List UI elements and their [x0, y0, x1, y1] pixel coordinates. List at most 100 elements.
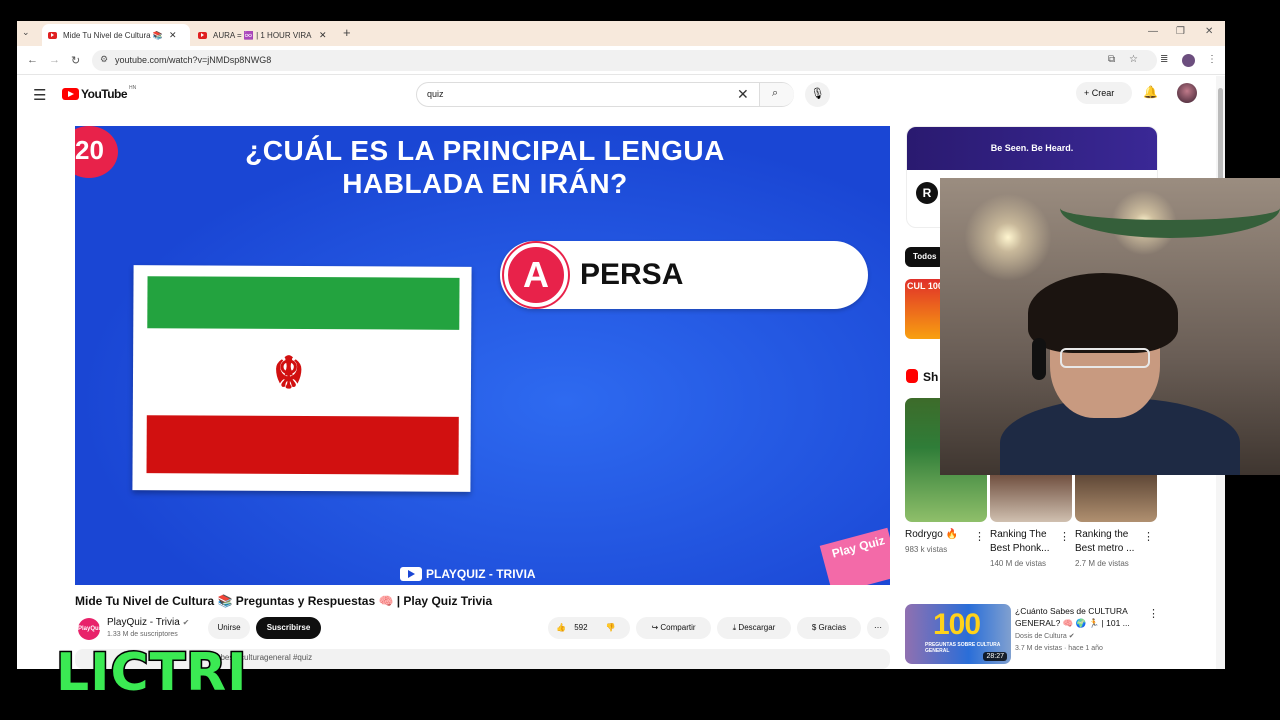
short-views: 140 M de vistas: [990, 559, 1047, 568]
youtube-play-icon: [62, 88, 79, 100]
recommended-channel-name: Dosis de Cultura: [1015, 633, 1067, 640]
bookmark-star-icon[interactable]: ☆: [1129, 54, 1138, 65]
tab-close-icon[interactable]: ✕: [319, 30, 327, 41]
ad-banner: Be Seen. Be Heard.: [907, 127, 1157, 170]
logo-text: YouTube: [81, 87, 128, 101]
recommended-menu-icon[interactable]: ⋮: [1148, 607, 1159, 620]
search-icon: ⌕: [772, 87, 779, 99]
channel-name[interactable]: PlayQuiz - Trivia ✔: [107, 617, 189, 628]
streamer-name-overlay: LICTRI: [55, 643, 249, 703]
recommended-video-thumbnail[interactable]: 100 PREGUNTAS SOBRE CULTURA GENERAL 28:2…: [905, 604, 1011, 664]
short-views: 983 k vistas: [905, 545, 948, 554]
verified-icon: ✔: [182, 618, 190, 627]
video-player[interactable]: 20 ¿CUÁL ES LA PRINCIPAL LENGUA HABLADA …: [75, 126, 890, 585]
join-button[interactable]: Unirse: [208, 617, 250, 639]
ad-logo: R: [916, 182, 938, 204]
shorts-icon: [906, 369, 918, 383]
search-box[interactable]: quiz ✕ ⌕: [416, 82, 794, 107]
subscribe-button[interactable]: Suscribirse: [256, 617, 321, 639]
tab-close-icon[interactable]: ✕: [169, 30, 177, 41]
minimize-icon[interactable]: —: [1148, 26, 1158, 37]
iran-flag-image: ☬: [132, 265, 472, 492]
christmas-garland: [1060, 178, 1280, 238]
profile-avatar[interactable]: [1182, 54, 1195, 67]
video-duration: 28:27: [983, 652, 1007, 661]
recommended-thumbnail[interactable]: CUL 100: [905, 279, 945, 339]
tab-inactive[interactable]: AURA = ♾️ | 1 HOUR VIRA 🔊 ✕: [192, 24, 337, 46]
watermark-text: PLAYQUIZ - TRIVIA: [426, 567, 536, 581]
youtube-header: ☰ YouTube HN quiz ✕ ⌕ 🎙 + Crear 🔔: [17, 76, 1225, 116]
short-title[interactable]: Rodrygo 🔥: [905, 528, 975, 542]
thanks-button[interactable]: $ Gracias: [797, 617, 861, 639]
flag-emblem-icon: ☬: [272, 348, 305, 399]
notifications-bell-icon[interactable]: 🔔: [1143, 85, 1158, 99]
new-tab-icon[interactable]: +: [343, 25, 351, 40]
hamburger-menu-icon[interactable]: ☰: [33, 86, 46, 104]
flag-red-stripe: [146, 415, 459, 475]
youtube-logo[interactable]: YouTube HN: [62, 85, 137, 101]
recommended-channel[interactable]: Dosis de Cultura ✔: [1015, 632, 1075, 640]
download-label: Descargar: [738, 623, 776, 632]
verified-icon: ✔: [1068, 633, 1075, 640]
webcam-overlay: [940, 178, 1280, 475]
thumb-big-number: 100: [933, 608, 981, 641]
tab-title: Mide Tu Nivel de Cultura 📚 🔊: [63, 30, 163, 40]
like-count[interactable]: 592: [574, 623, 587, 632]
answer-option: A PERSA: [500, 241, 868, 309]
short-menu-icon[interactable]: ⋮: [1059, 530, 1070, 543]
tab-title: AURA = ♾️ | 1 HOUR VIRA 🔊: [213, 30, 313, 40]
headphones-icon: [1032, 338, 1046, 380]
region-code: HN: [129, 85, 137, 91]
like-dislike-group: 👍 592 👎: [548, 617, 630, 639]
back-icon[interactable]: ←: [27, 54, 38, 66]
youtube-favicon-icon: [198, 31, 207, 39]
clear-search-icon[interactable]: ✕: [737, 86, 749, 103]
dislike-icon[interactable]: 👎: [606, 623, 616, 632]
thanks-icon: $: [811, 623, 819, 632]
search-button[interactable]: ⌕: [759, 83, 794, 106]
site-info-icon[interactable]: ⚙: [100, 54, 108, 65]
short-title[interactable]: Ranking The Best Phonk...: [990, 528, 1060, 556]
tab-search-icon[interactable]: ⌄: [22, 27, 30, 38]
plus-icon: +: [1084, 88, 1092, 98]
reload-icon[interactable]: ↻: [71, 54, 80, 67]
short-menu-icon[interactable]: ⋮: [1143, 530, 1154, 543]
url-text: youtube.com/watch?v=jNMDsp8NWG8: [115, 55, 272, 65]
forward-icon[interactable]: →: [49, 54, 60, 66]
create-button[interactable]: + Crear: [1076, 82, 1132, 104]
extensions-icon[interactable]: ≣: [1160, 54, 1168, 65]
chip-all[interactable]: Todos: [905, 247, 945, 267]
tab-strip: ⌄ Mide Tu Nivel de Cultura 📚 🔊 ✕ AURA = …: [17, 21, 1225, 46]
share-button[interactable]: ↪ Compartir: [636, 617, 711, 639]
quiz-question: ¿CUÁL ES LA PRINCIPAL LENGUA HABLADA EN …: [245, 135, 725, 199]
question-number: 20: [75, 126, 118, 178]
like-icon[interactable]: 👍: [556, 623, 566, 632]
tab-active[interactable]: Mide Tu Nivel de Cultura 📚 🔊 ✕: [42, 24, 190, 46]
answer-letter: A: [504, 243, 568, 307]
short-views: 2.7 M de vistas: [1075, 559, 1129, 568]
install-app-icon[interactable]: ⧉: [1108, 54, 1115, 65]
download-button[interactable]: ⤓ Descargar: [717, 617, 791, 639]
short-title[interactable]: Ranking the Best metro ...: [1075, 528, 1145, 556]
short-menu-icon[interactable]: ⋮: [974, 530, 985, 543]
maximize-icon[interactable]: ❐: [1176, 26, 1185, 37]
playquiz-sticker: Play Quiz: [819, 527, 890, 585]
voice-search-icon[interactable]: 🎙: [805, 82, 830, 107]
channel-name-text: PlayQuiz - Trivia: [107, 617, 180, 628]
account-avatar[interactable]: [1177, 83, 1197, 103]
streamer-hair: [1028, 273, 1178, 353]
streamer-glasses: [1060, 348, 1150, 368]
recommended-video-title[interactable]: ¿Cuánto Sabes de CULTURA GENERAL? 🧠 🌍 🏃 …: [1015, 605, 1143, 629]
window-close-icon[interactable]: ✕: [1205, 26, 1213, 37]
watermark-play-icon: [400, 567, 422, 581]
thanks-label: Gracias: [818, 623, 847, 632]
more-actions-icon[interactable]: ⋯: [867, 617, 889, 639]
youtube-favicon-icon: [48, 31, 57, 39]
subscriber-count: 1.33 M de suscriptores: [107, 631, 178, 638]
channel-avatar[interactable]: PlayQuiz: [78, 618, 103, 640]
search-input[interactable]: quiz: [427, 89, 444, 99]
browser-menu-icon[interactable]: ⋮: [1207, 54, 1217, 65]
create-label: Crear: [1091, 88, 1115, 98]
address-bar[interactable]: ⚙ youtube.com/watch?v=jNMDsp8NWG8 ⧉ ☆: [92, 50, 1157, 71]
flag-green-stripe: [147, 276, 460, 330]
